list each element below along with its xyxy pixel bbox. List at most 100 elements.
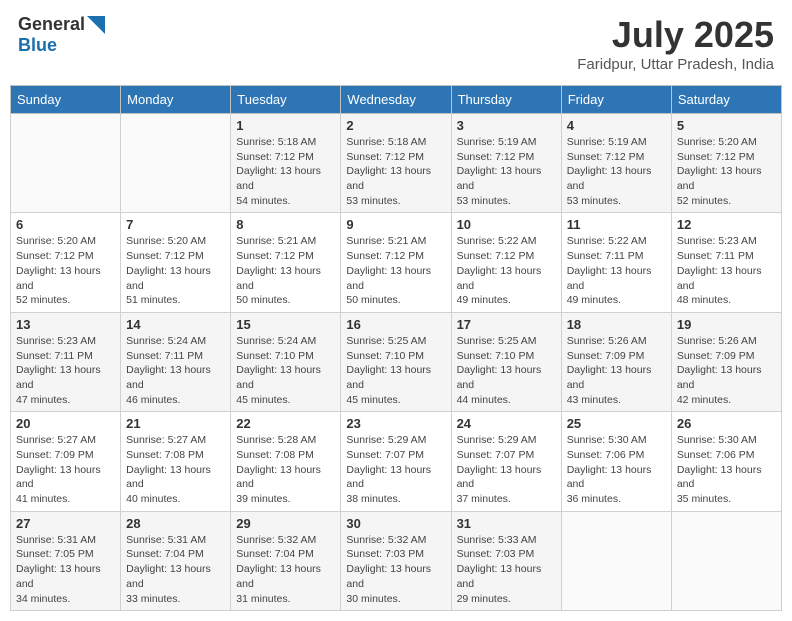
day-info: Sunrise: 5:30 AMSunset: 7:06 PMDaylight:… [567, 433, 666, 506]
calendar-cell: 4Sunrise: 5:19 AMSunset: 7:12 PMDaylight… [561, 114, 671, 213]
calendar-cell: 22Sunrise: 5:28 AMSunset: 7:08 PMDayligh… [231, 412, 341, 511]
calendar-cell: 19 Sunrise: 5:26 AMSunset: 7:09 PMDayligh… [671, 312, 781, 411]
sunrise-text: Sunrise: 5:26 AM [677, 335, 757, 347]
sunset-text: Sunset: 7:03 PM [457, 548, 535, 560]
day-number: 23 [346, 416, 445, 431]
day-info: Sunrise: 5:28 AMSunset: 7:08 PMDaylight:… [236, 433, 335, 506]
sunrise-text: Sunrise: 5:22 AM [457, 235, 537, 247]
sunrise-text: Sunrise: 5:23 AM [16, 335, 96, 347]
day-info: Sunrise: 5:26 AMSunset: 7:09 PMDaylight:… [567, 334, 666, 407]
day-info: Sunrise: 5:24 AMSunset: 7:11 PMDaylight:… [126, 334, 225, 407]
calendar-cell: 28Sunrise: 5:31 AMSunset: 7:04 PMDayligh… [121, 511, 231, 610]
calendar-cell: 11Sunrise: 5:22 AMSunset: 7:11 PMDayligh… [561, 213, 671, 312]
sunrise-text: Sunrise: 5:28 AM [236, 434, 316, 446]
day-number: 8 [236, 217, 335, 232]
sunrise-text: Sunrise: 5:21 AM [236, 235, 316, 247]
day-info: Sunrise: 5:32 AMSunset: 7:03 PMDaylight:… [346, 533, 445, 606]
calendar-cell: 25 Sunrise: 5:30 AMSunset: 7:06 PMDayligh… [561, 412, 671, 511]
calendar-title: July 2025 [577, 14, 774, 56]
sunset-text: Sunset: 7:07 PM [346, 449, 424, 461]
day-info: Sunrise: 5:25 AMSunset: 7:10 PMDaylight:… [346, 334, 445, 407]
day-number: 3 [457, 118, 556, 133]
day-info: Sunrise: 5:23 AMSunset: 7:11 PMDaylight:… [16, 334, 115, 407]
day-info: Sunrise: 5:31 AMSunset: 7:04 PMDaylight:… [126, 533, 225, 606]
day-number: 19 [677, 317, 776, 332]
calendar-week-row: 27Sunrise: 5:31 AMSunset: 7:05 PMDayligh… [11, 511, 782, 610]
daylight-text: Daylight: 13 hours and31 minutes. [236, 563, 321, 604]
day-info: Sunrise: 5:27 AMSunset: 7:08 PMDaylight:… [126, 433, 225, 506]
daylight-text: Daylight: 13 hours and44 minutes. [457, 364, 542, 405]
title-block: July 2025 Faridpur, Uttar Pradesh, India [577, 14, 774, 73]
calendar-cell: 31 Sunrise: 5:33 AMSunset: 7:03 PMDayligh… [451, 511, 561, 610]
daylight-text: Daylight: 13 hours and48 minutes. [677, 265, 762, 306]
sunrise-text: Sunrise: 5:23 AM [677, 235, 757, 247]
day-info: Sunrise: 5:26 AMSunset: 7:09 PMDaylight:… [677, 334, 776, 407]
sunset-text: Sunset: 7:12 PM [236, 151, 314, 163]
col-tuesday: Tuesday [231, 86, 341, 114]
daylight-text: Daylight: 13 hours and36 minutes. [567, 464, 652, 505]
daylight-text: Daylight: 13 hours and54 minutes. [236, 165, 321, 206]
daylight-text: Daylight: 13 hours and45 minutes. [236, 364, 321, 405]
page-container: General Blue July 2025 Faridpur, Uttar P… [10, 10, 782, 611]
day-info: Sunrise: 5:18 AMSunset: 7:12 PMDaylight:… [346, 135, 445, 208]
daylight-text: Daylight: 13 hours and52 minutes. [677, 165, 762, 206]
daylight-text: Daylight: 13 hours and29 minutes. [457, 563, 542, 604]
calendar-cell: 23 Sunrise: 5:29 AM Sunset: 7:07 PM Dayligh… [341, 412, 451, 511]
calendar-cell: 29 Sunrise: 5:32 AMSunset: 7:04 PMDayligh… [231, 511, 341, 610]
daylight-text: Daylight: 13 hours and50 minutes. [236, 265, 321, 306]
calendar-cell: 27Sunrise: 5:31 AMSunset: 7:05 PMDayligh… [11, 511, 121, 610]
sunset-text: Sunset: 7:03 PM [346, 548, 424, 560]
calendar-cell [11, 114, 121, 213]
day-number: 10 [457, 217, 556, 232]
daylight-text: Daylight: 13 hours and50 minutes. [346, 265, 431, 306]
day-number: 25 [567, 416, 666, 431]
col-monday: Monday [121, 86, 231, 114]
calendar-cell [561, 511, 671, 610]
day-number: 2 [346, 118, 445, 133]
daylight-text: Daylight: 13 hours and49 minutes. [457, 265, 542, 306]
calendar-cell: 18 Sunrise: 5:26 AMSunset: 7:09 PMDayligh… [561, 312, 671, 411]
day-number: 29 [236, 516, 335, 531]
day-info: Sunrise: 5:29 AM Sunset: 7:07 PM Daylight:… [346, 433, 445, 506]
sunrise-text: Sunrise: 5:24 AM [126, 335, 206, 347]
daylight-text: Daylight: 13 hours and52 minutes. [16, 265, 101, 306]
calendar-cell: 1Sunrise: 5:18 AMSunset: 7:12 PMDaylight… [231, 114, 341, 213]
calendar-cell: 12Sunrise: 5:23 AMSunset: 7:11 PMDayligh… [671, 213, 781, 312]
sunset-text: Sunset: 7:10 PM [457, 350, 535, 362]
daylight-text: Daylight: 13 hours and38 minutes. [346, 464, 431, 505]
calendar-week-row: 6Sunrise: 5:20 AMSunset: 7:12 PMDaylight… [11, 213, 782, 312]
calendar-location: Faridpur, Uttar Pradesh, India [577, 56, 774, 73]
sunrise-text: Sunrise: 5:30 AM [677, 434, 757, 446]
sunrise-text: Sunrise: 5:25 AM [457, 335, 537, 347]
sunset-text: Sunset: 7:06 PM [677, 449, 755, 461]
sunset-text: Sunset: 7:11 PM [126, 350, 203, 362]
col-thursday: Thursday [451, 86, 561, 114]
day-info: Sunrise: 5:29 AMSunset: 7:07 PMDaylight:… [457, 433, 556, 506]
calendar-cell: 26Sunrise: 5:30 AMSunset: 7:06 PMDayligh… [671, 412, 781, 511]
day-info: Sunrise: 5:33 AMSunset: 7:03 PMDaylight:… [457, 533, 556, 606]
day-number: 13 [16, 317, 115, 332]
calendar-cell: 17Sunrise: 5:25 AMSunset: 7:10 PMDayligh… [451, 312, 561, 411]
sunrise-text: Sunrise: 5:20 AM [677, 136, 757, 148]
sunrise-text: Sunrise: 5:32 AM [236, 534, 316, 546]
day-info: Sunrise: 5:22 AMSunset: 7:11 PMDaylight:… [567, 234, 666, 307]
sunrise-text: Sunrise: 5:31 AM [126, 534, 206, 546]
sunrise-text: Sunrise: 5:25 AM [346, 335, 426, 347]
sunset-text: Sunset: 7:12 PM [457, 151, 535, 163]
calendar-cell: 14Sunrise: 5:24 AMSunset: 7:11 PMDayligh… [121, 312, 231, 411]
day-number: 31 [457, 516, 556, 531]
daylight-text: Daylight: 13 hours and42 minutes. [677, 364, 762, 405]
logo-icon [87, 16, 105, 34]
sunrise-text: Sunrise: 5:29 AM [457, 434, 537, 446]
sunrise-text: Sunrise: 5:27 AM [126, 434, 206, 446]
day-number: 18 [567, 317, 666, 332]
daylight-text: Daylight: 13 hours and53 minutes. [346, 165, 431, 206]
calendar-week-row: 13Sunrise: 5:23 AMSunset: 7:11 PMDayligh… [11, 312, 782, 411]
sunrise-text: Sunrise: 5:29 AM [346, 434, 426, 446]
sunset-text: Sunset: 7:10 PM [236, 350, 314, 362]
calendar-cell: 10Sunrise: 5:22 AMSunset: 7:12 PMDayligh… [451, 213, 561, 312]
day-number: 24 [457, 416, 556, 431]
logo-blue-text: Blue [18, 35, 57, 55]
sunrise-text: Sunrise: 5:24 AM [236, 335, 316, 347]
day-info: Sunrise: 5:32 AMSunset: 7:04 PMDaylight:… [236, 533, 335, 606]
